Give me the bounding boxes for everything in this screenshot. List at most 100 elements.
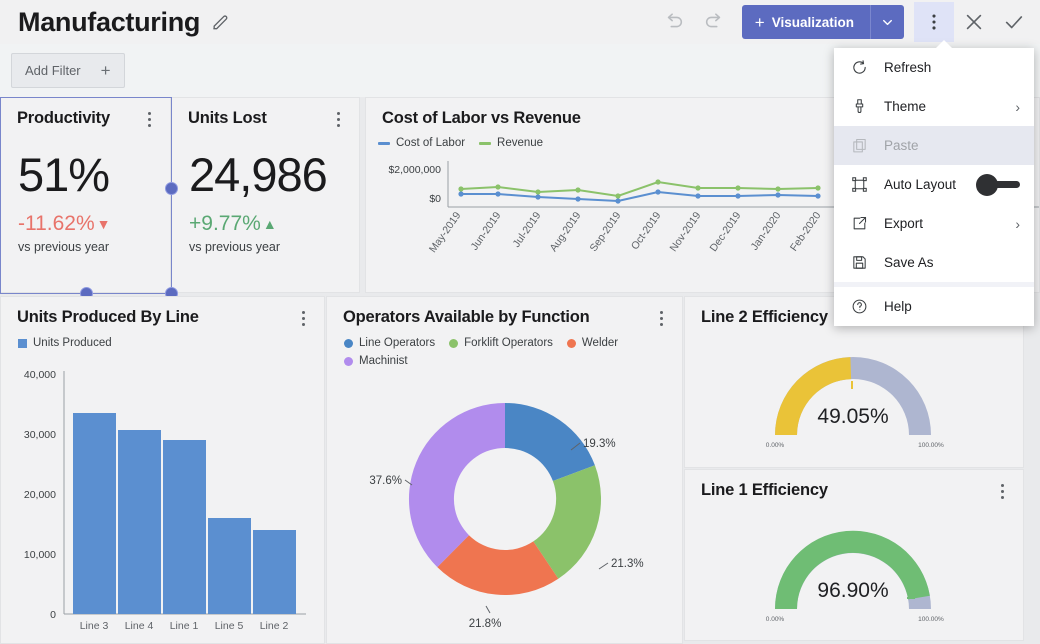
svg-text:40,000: 40,000	[24, 369, 56, 381]
more-options-button[interactable]	[914, 2, 954, 42]
legend-item[interactable]: Line Operators	[344, 337, 435, 349]
svg-text:Jan-2020: Jan-2020	[749, 210, 784, 253]
undo-icon[interactable]	[654, 2, 694, 42]
legend-label: Revenue	[497, 137, 544, 149]
gauge-max-label: 100.00%	[918, 616, 944, 623]
legend-label: Cost of Labor	[396, 137, 466, 149]
kebab-icon[interactable]	[294, 308, 312, 328]
kpi-value: 24,986	[189, 148, 328, 201]
svg-text:Dec-2019: Dec-2019	[708, 210, 744, 254]
card-header: Line 1 Efficiency	[685, 470, 1023, 501]
svg-text:Aug-2019: Aug-2019	[548, 210, 584, 254]
resize-handle[interactable]	[165, 182, 178, 195]
kebab-icon[interactable]	[993, 481, 1011, 501]
card-operators[interactable]: Operators Available by Function Line Ope…	[326, 296, 683, 644]
legend-item[interactable]: Units Produced	[18, 337, 112, 349]
menu-item-theme[interactable]: Theme ›	[834, 87, 1034, 126]
svg-text:10,000: 10,000	[24, 549, 56, 561]
svg-text:0: 0	[50, 609, 56, 621]
legend-swatch	[449, 338, 459, 348]
card-units-produced[interactable]: Units Produced By Line Units Produced 40…	[0, 296, 325, 644]
x-axis-labels: May-2019 Jun-2019 Jul-2019 Aug-2019 Sep-…	[427, 210, 824, 255]
toggle-knob	[976, 173, 998, 196]
pencil-icon[interactable]	[210, 12, 230, 32]
kpi-delta: -11.62% ▼	[18, 212, 170, 236]
card-header: Operators Available by Function	[327, 297, 682, 328]
card-title: Line 2 Efficiency	[701, 308, 828, 326]
save-icon	[850, 254, 868, 272]
card-title: Units Produced By Line	[17, 308, 199, 326]
card-title: Line 1 Efficiency	[701, 481, 828, 499]
kebab-icon[interactable]	[329, 109, 347, 129]
svg-text:Sep-2019: Sep-2019	[588, 210, 624, 254]
app-header: Manufacturing + Visualization	[0, 0, 1040, 44]
donut-chart: 19.3% 21.3% 21.8% 37.6%	[369, 403, 644, 630]
gauge-min-label: 0.00%	[766, 616, 785, 623]
legend-swatch	[344, 356, 353, 366]
add-visualization-main[interactable]: + Visualization	[742, 5, 870, 39]
menu-item-refresh[interactable]: Refresh	[834, 48, 1034, 87]
check-icon[interactable]	[994, 2, 1034, 42]
legend-item[interactable]: Welder	[566, 337, 618, 349]
svg-text:30,000: 30,000	[24, 429, 56, 441]
auto-layout-icon	[850, 176, 868, 194]
trend-up-icon: ▲	[262, 216, 277, 232]
menu-item-help[interactable]: Help	[834, 287, 1034, 326]
chart-legend: Line Operators Forklift Operators Welder…	[327, 328, 682, 367]
pie-value-label: 37.6%	[369, 475, 402, 487]
close-icon[interactable]	[954, 2, 994, 42]
slice-line-operators	[505, 403, 595, 481]
y-axis-labels: 40,000 30,000 20,000 10,000 0	[24, 369, 56, 621]
kpi-delta-value: -11.62%	[18, 212, 95, 235]
card-header: Productivity	[1, 98, 170, 129]
legend-item[interactable]: Machinist	[344, 355, 408, 367]
legend-label: Units Produced	[33, 337, 112, 349]
gauge-chart: 96.90% 0.00% 100.00%	[766, 530, 944, 623]
kebab-icon[interactable]	[140, 109, 158, 129]
card-productivity[interactable]: Productivity 51% -11.62% ▼ vs previous y…	[0, 97, 171, 293]
gauge-min-label: 0.00%	[766, 442, 785, 449]
menu-item-auto-layout[interactable]: Auto Layout	[834, 165, 1034, 204]
page-title: Manufacturing	[18, 6, 201, 37]
export-icon	[850, 215, 868, 233]
card-units-lost[interactable]: Units Lost 24,986 +9.77% ▲ vs previous y…	[171, 97, 360, 293]
kebab-icon[interactable]	[652, 308, 670, 328]
copy-icon	[850, 137, 868, 155]
add-filter-label: Add Filter	[25, 63, 81, 78]
legend-swatch	[479, 141, 492, 145]
brush-icon	[850, 98, 868, 116]
chart-legend: Units Produced	[1, 328, 324, 349]
card-title: Units Lost	[188, 109, 267, 127]
gauge-max-label: 100.00%	[918, 442, 944, 449]
add-visualization-button[interactable]: + Visualization	[741, 5, 904, 39]
y-tick-max: $2,000,000	[388, 164, 441, 176]
plus-icon: +	[100, 61, 111, 80]
card-title: Operators Available by Function	[343, 308, 590, 326]
legend-item[interactable]: Forklift Operators	[449, 337, 553, 349]
card-line1-efficiency[interactable]: Line 1 Efficiency 96.90% 0.00% 100.00%	[684, 469, 1024, 641]
gauge-value: 49.05%	[817, 405, 888, 428]
card-header: Units Lost	[172, 98, 359, 129]
legend-swatch	[18, 338, 27, 348]
svg-text:Line 1: Line 1	[170, 620, 199, 632]
pie-value-label: 21.3%	[611, 558, 644, 570]
legend-item[interactable]: Cost of Labor	[378, 137, 465, 149]
chevron-down-icon[interactable]	[870, 5, 904, 39]
menu-item-label: Help	[884, 299, 912, 314]
legend-swatch	[566, 338, 576, 348]
chevron-right-icon: ›	[1015, 98, 1020, 115]
menu-item-save-as[interactable]: Save As	[834, 243, 1034, 282]
legend-label: Forklift Operators	[464, 337, 553, 349]
auto-layout-toggle[interactable]	[976, 173, 1020, 196]
legend-swatch	[344, 338, 353, 348]
svg-text:May-2019: May-2019	[427, 210, 464, 255]
legend-item[interactable]: Revenue	[479, 137, 543, 149]
add-filter-button[interactable]: Add Filter +	[11, 53, 125, 88]
bar-chart: 40,000 30,000 20,000 10,000 0 Line 3 Lin…	[24, 369, 306, 632]
kpi-value: 51%	[18, 148, 110, 201]
menu-item-export[interactable]: Export ›	[834, 204, 1034, 243]
menu-item-paste: Paste	[834, 126, 1034, 165]
pie-value-label: 21.8%	[469, 618, 502, 630]
legend-label: Machinist	[359, 355, 408, 367]
redo-icon[interactable]	[694, 2, 734, 42]
